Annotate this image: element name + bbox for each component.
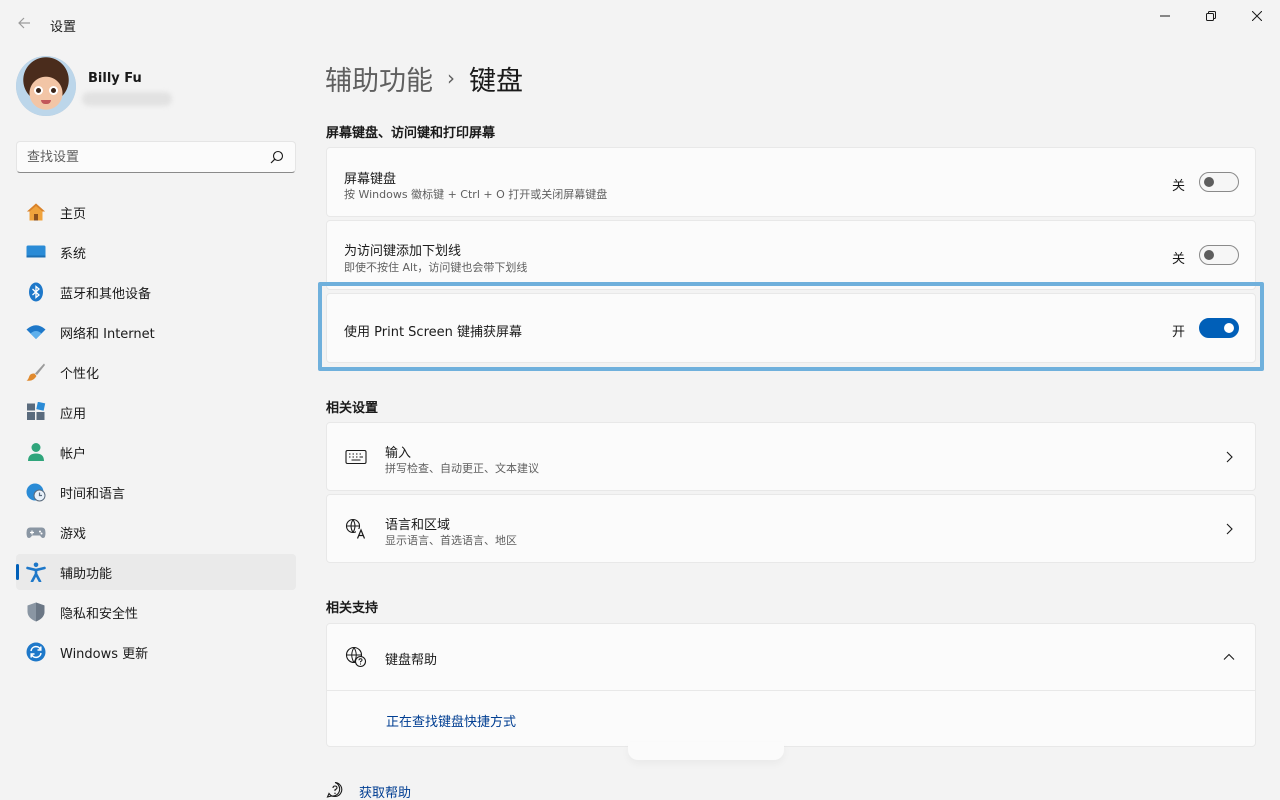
setting-card-underline-access-keys: 为访问键添加下划线 即使不按住 Alt，访问键也会带下划线 关	[326, 220, 1256, 290]
help-title: 键盘帮助	[385, 653, 438, 668]
accessibility-icon	[26, 562, 46, 582]
home-icon	[27, 203, 45, 221]
keyboard-help-header[interactable]: 键盘帮助	[327, 624, 1255, 690]
sidebar-item-label: 游戏	[60, 527, 87, 542]
breadcrumb: 辅助功能 › 键盘	[325, 58, 523, 98]
related-setting-typing[interactable]: 输入 拼写检查、自动更正、文本建议	[326, 422, 1256, 491]
setting-title: 输入	[385, 446, 412, 461]
wifi-icon	[26, 325, 46, 339]
sidebar-item-apps[interactable]: 应用	[16, 394, 296, 430]
chevron-right-icon	[1226, 451, 1233, 463]
language-icon	[345, 518, 366, 539]
gamepad-icon	[26, 527, 46, 538]
globe-clock-icon	[26, 483, 46, 502]
sidebar-item-label: 隐私和安全性	[60, 607, 139, 622]
toggle-state-label: 关	[1171, 252, 1185, 267]
search-box[interactable]	[16, 141, 296, 173]
avatar-mouth	[41, 100, 51, 104]
sidebar-item-label: 帐户	[60, 447, 87, 462]
sidebar-item-label: 个性化	[60, 367, 100, 382]
setting-title: 为访问键添加下划线	[344, 244, 462, 259]
sidebar-item-network[interactable]: 网络和 Internet	[16, 314, 296, 350]
sidebar-item-accounts[interactable]: 帐户	[16, 434, 296, 470]
avatar-eye	[49, 86, 58, 95]
breadcrumb-separator: ›	[447, 66, 455, 90]
divider	[327, 690, 1255, 691]
sidebar-item-privacy[interactable]: 隐私和安全性	[16, 594, 296, 630]
avatar	[16, 56, 76, 116]
breadcrumb-parent[interactable]: 辅助功能	[325, 59, 433, 98]
setting-description: 按 Windows 徽标键 + Ctrl + O 打开或关闭屏幕键盘	[344, 188, 608, 201]
get-help-icon	[326, 781, 343, 798]
sidebar-item-system[interactable]: 系统	[16, 234, 296, 270]
sidebar-item-label: 主页	[60, 207, 87, 222]
get-help-link[interactable]: 获取帮助	[359, 782, 411, 800]
search-input[interactable]	[17, 142, 257, 172]
window-title: 设置	[50, 20, 77, 35]
shield-icon	[27, 602, 45, 622]
back-button[interactable]	[10, 8, 38, 38]
related-setting-language-region[interactable]: 语言和区域 显示语言、首选语言、地区	[326, 494, 1256, 563]
setting-description: 显示语言、首选语言、地区	[385, 534, 517, 547]
highlight-frame	[318, 282, 1264, 371]
sidebar-item-label: 应用	[60, 407, 87, 422]
minimize-button[interactable]	[1142, 0, 1188, 32]
restore-icon	[1206, 11, 1216, 21]
sidebar-item-label: 时间和语言	[60, 487, 126, 502]
sidebar-item-label: 系统	[60, 247, 87, 262]
sidebar-item-label: 网络和 Internet	[60, 327, 155, 342]
popup-shadow	[628, 742, 784, 760]
section-title: 相关支持	[326, 601, 379, 616]
person-icon	[28, 443, 44, 461]
toggle-knob	[1204, 177, 1214, 187]
sidebar-nav: 主页 系统 蓝牙和其他设备 网络和 Internet 个性化 应用 帐户 时间和…	[16, 194, 296, 674]
setting-description: 即使不按住 Alt，访问键也会带下划线	[344, 261, 528, 274]
sidebar-item-gaming[interactable]: 游戏	[16, 514, 296, 550]
close-icon	[1252, 11, 1262, 21]
sidebar-item-time-language[interactable]: 时间和语言	[16, 474, 296, 510]
help-globe-icon	[345, 646, 367, 668]
back-arrow-icon	[18, 17, 30, 29]
toggle-state-label: 关	[1171, 179, 1185, 194]
onscreen-keyboard-toggle[interactable]	[1199, 172, 1239, 192]
keyboard-shortcuts-link[interactable]: 正在查找键盘快捷方式	[386, 711, 516, 730]
sidebar-item-personalization[interactable]: 个性化	[16, 354, 296, 390]
setting-description: 拼写检查、自动更正、文本建议	[385, 462, 539, 475]
monitor-icon	[26, 245, 46, 258]
chevron-right-icon	[1226, 523, 1233, 535]
sidebar-item-accessibility[interactable]: 辅助功能	[16, 554, 296, 590]
profile-email-blurred	[82, 92, 172, 106]
sidebar-item-home[interactable]: 主页	[16, 194, 296, 230]
chevron-up-icon[interactable]	[1223, 651, 1235, 663]
sidebar-item-windows-update[interactable]: Windows 更新	[16, 634, 296, 670]
restore-button[interactable]	[1188, 0, 1234, 32]
sidebar-item-bluetooth[interactable]: 蓝牙和其他设备	[16, 274, 296, 310]
sidebar-item-label: 蓝牙和其他设备	[60, 287, 152, 302]
avatar-eye	[34, 86, 43, 95]
search-icon[interactable]	[270, 150, 284, 164]
page-title: 键盘	[469, 65, 523, 97]
user-profile[interactable]: Billy Fu	[16, 56, 306, 120]
bluetooth-icon	[29, 282, 43, 302]
toggle-knob	[1204, 250, 1214, 260]
sidebar-item-label: Windows 更新	[60, 647, 149, 662]
keyboard-help-card: 键盘帮助 正在查找键盘快捷方式	[326, 623, 1256, 747]
section-title: 屏幕键盘、访问键和打印屏幕	[326, 126, 496, 141]
setting-title: 屏幕键盘	[344, 172, 397, 187]
update-icon	[26, 642, 46, 662]
title-bar: 设置	[0, 0, 1280, 48]
setting-title: 语言和区域	[385, 518, 451, 533]
minimize-icon	[1160, 15, 1170, 17]
section-title: 相关设置	[326, 401, 379, 416]
underline-access-keys-toggle[interactable]	[1199, 245, 1239, 265]
sidebar-item-label: 辅助功能	[60, 567, 113, 582]
close-button[interactable]	[1234, 0, 1280, 32]
apps-icon	[27, 402, 46, 420]
brush-icon	[26, 363, 45, 381]
keyboard-icon	[345, 449, 367, 465]
setting-card-onscreen-keyboard: 屏幕键盘 按 Windows 徽标键 + Ctrl + O 打开或关闭屏幕键盘 …	[326, 147, 1256, 217]
profile-name: Billy Fu	[88, 71, 142, 86]
